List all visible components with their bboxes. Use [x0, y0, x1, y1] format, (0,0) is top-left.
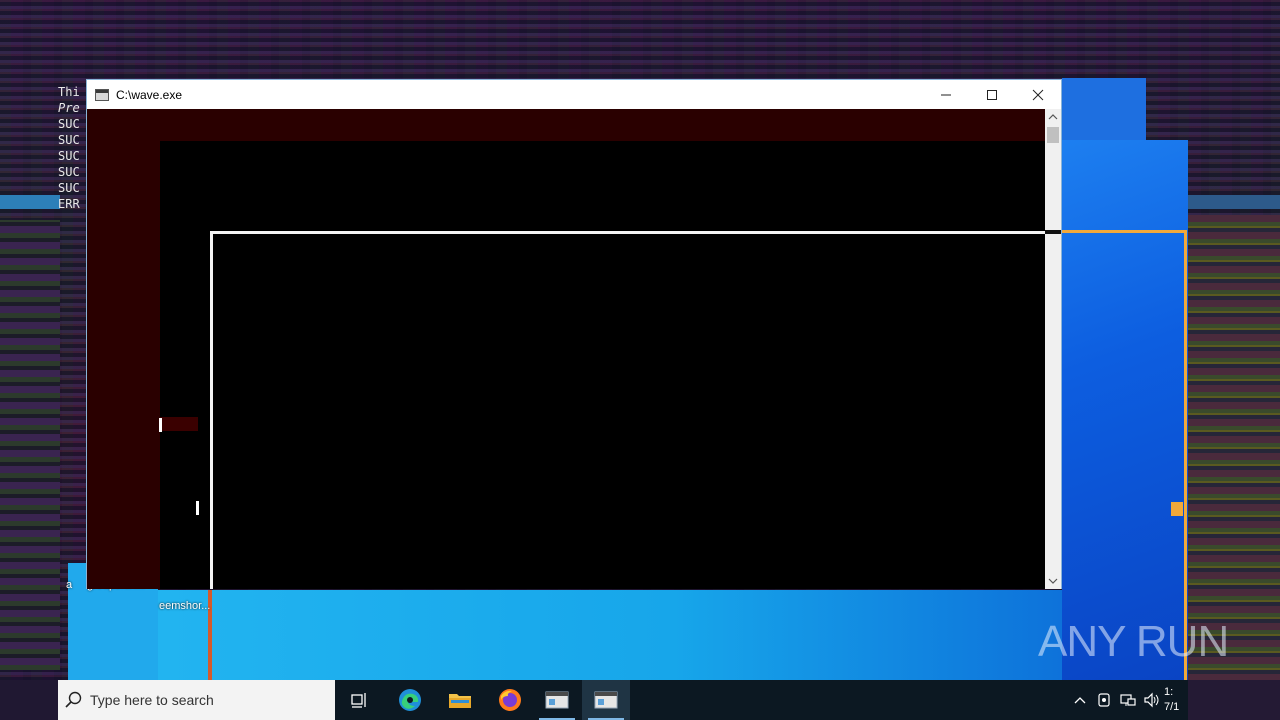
task-view-button[interactable] — [336, 680, 384, 720]
anyrun-watermark: ANY RUN — [1038, 612, 1229, 672]
console-line: ERR — [58, 197, 80, 211]
console-line: SUC — [58, 181, 80, 195]
firefox-icon — [499, 689, 521, 711]
scroll-down-button[interactable] — [1045, 573, 1061, 589]
glitch-band — [1188, 680, 1280, 720]
glitch-block — [160, 417, 198, 431]
firefox-taskbar-button[interactable] — [486, 680, 534, 720]
taskbar-clock[interactable]: 1: 7/1 — [1164, 685, 1188, 715]
console-line: Thi — [58, 85, 80, 99]
console-taskbar-button-active[interactable] — [582, 680, 630, 720]
console-output[interactable] — [87, 109, 1046, 589]
taskbar: Type here to search 1: 7/1 — [58, 680, 1188, 720]
clock-date: 7/1 — [1164, 701, 1180, 713]
chevron-up-icon — [1074, 697, 1086, 704]
minimize-button[interactable] — [923, 80, 969, 109]
taskbar-search-box[interactable]: Type here to search — [58, 680, 335, 720]
search-placeholder: Type here to search — [90, 692, 214, 708]
network-button[interactable] — [1116, 680, 1140, 720]
console-line: SUC — [58, 117, 80, 131]
glitch-band — [0, 680, 58, 720]
task-view-icon — [351, 693, 366, 708]
desktop-icon-label[interactable]: a — [66, 579, 72, 591]
device-icon — [1098, 693, 1110, 707]
scroll-thumb[interactable] — [1047, 127, 1059, 143]
chevron-down-icon — [1048, 578, 1058, 584]
console-app-icon — [95, 88, 109, 101]
glitch-frame — [210, 231, 1046, 589]
console-window-icon — [594, 691, 618, 709]
window-title: C:\wave.exe — [116, 87, 183, 102]
console-line: Pre — [58, 101, 80, 115]
glitch-column — [0, 220, 60, 670]
search-icon — [65, 691, 82, 708]
network-icon — [1120, 694, 1136, 706]
console-line: SUC — [58, 133, 80, 147]
window-titlebar[interactable]: C:\wave.exe — [87, 80, 1061, 109]
console-window[interactable]: C:\wave.exe — [86, 79, 1062, 589]
console-line: SUC — [58, 149, 80, 163]
edge-taskbar-button[interactable] — [386, 680, 434, 720]
desktop-icon-label[interactable]: eemshor... — [159, 600, 210, 612]
console-window-icon — [545, 691, 569, 709]
desktop-wallpaper — [1062, 78, 1146, 140]
chevron-up-icon — [1048, 114, 1058, 120]
text-caret — [159, 418, 162, 432]
minimize-icon — [941, 94, 951, 95]
speaker-icon — [1144, 692, 1159, 708]
close-button[interactable] — [1015, 80, 1061, 109]
text-caret — [196, 501, 199, 515]
window-outline — [1062, 230, 1187, 233]
glitch-band — [1175, 195, 1280, 209]
clock-time: 1: — [1164, 686, 1174, 698]
close-icon — [1032, 89, 1044, 100]
show-hidden-icons-button[interactable] — [1068, 680, 1092, 720]
folder-icon — [449, 694, 471, 708]
watermark-text: ANY RUN — [1038, 617, 1229, 666]
scroll-up-button[interactable] — [1045, 109, 1061, 125]
background-console-text: Thi Pre SUC SUC SUC SUC SUC ERR — [58, 84, 88, 214]
file-explorer-taskbar-button[interactable] — [436, 680, 484, 720]
desktop-wallpaper — [1062, 140, 1188, 680]
maximize-icon — [987, 89, 997, 100]
console-line: SUC — [58, 165, 80, 179]
maximize-button[interactable] — [969, 80, 1015, 109]
glitch-block — [1045, 230, 1061, 234]
volume-button[interactable] — [1140, 680, 1164, 720]
console-taskbar-button[interactable] — [533, 680, 581, 720]
glitch-band — [0, 195, 60, 209]
window-outline — [1171, 502, 1183, 516]
edge-icon — [399, 689, 421, 711]
desktop-wallpaper — [158, 590, 1188, 680]
tray-app-button[interactable] — [1092, 680, 1116, 720]
system-tray: 1: 7/1 — [1068, 680, 1188, 720]
vertical-scrollbar[interactable] — [1045, 109, 1061, 589]
